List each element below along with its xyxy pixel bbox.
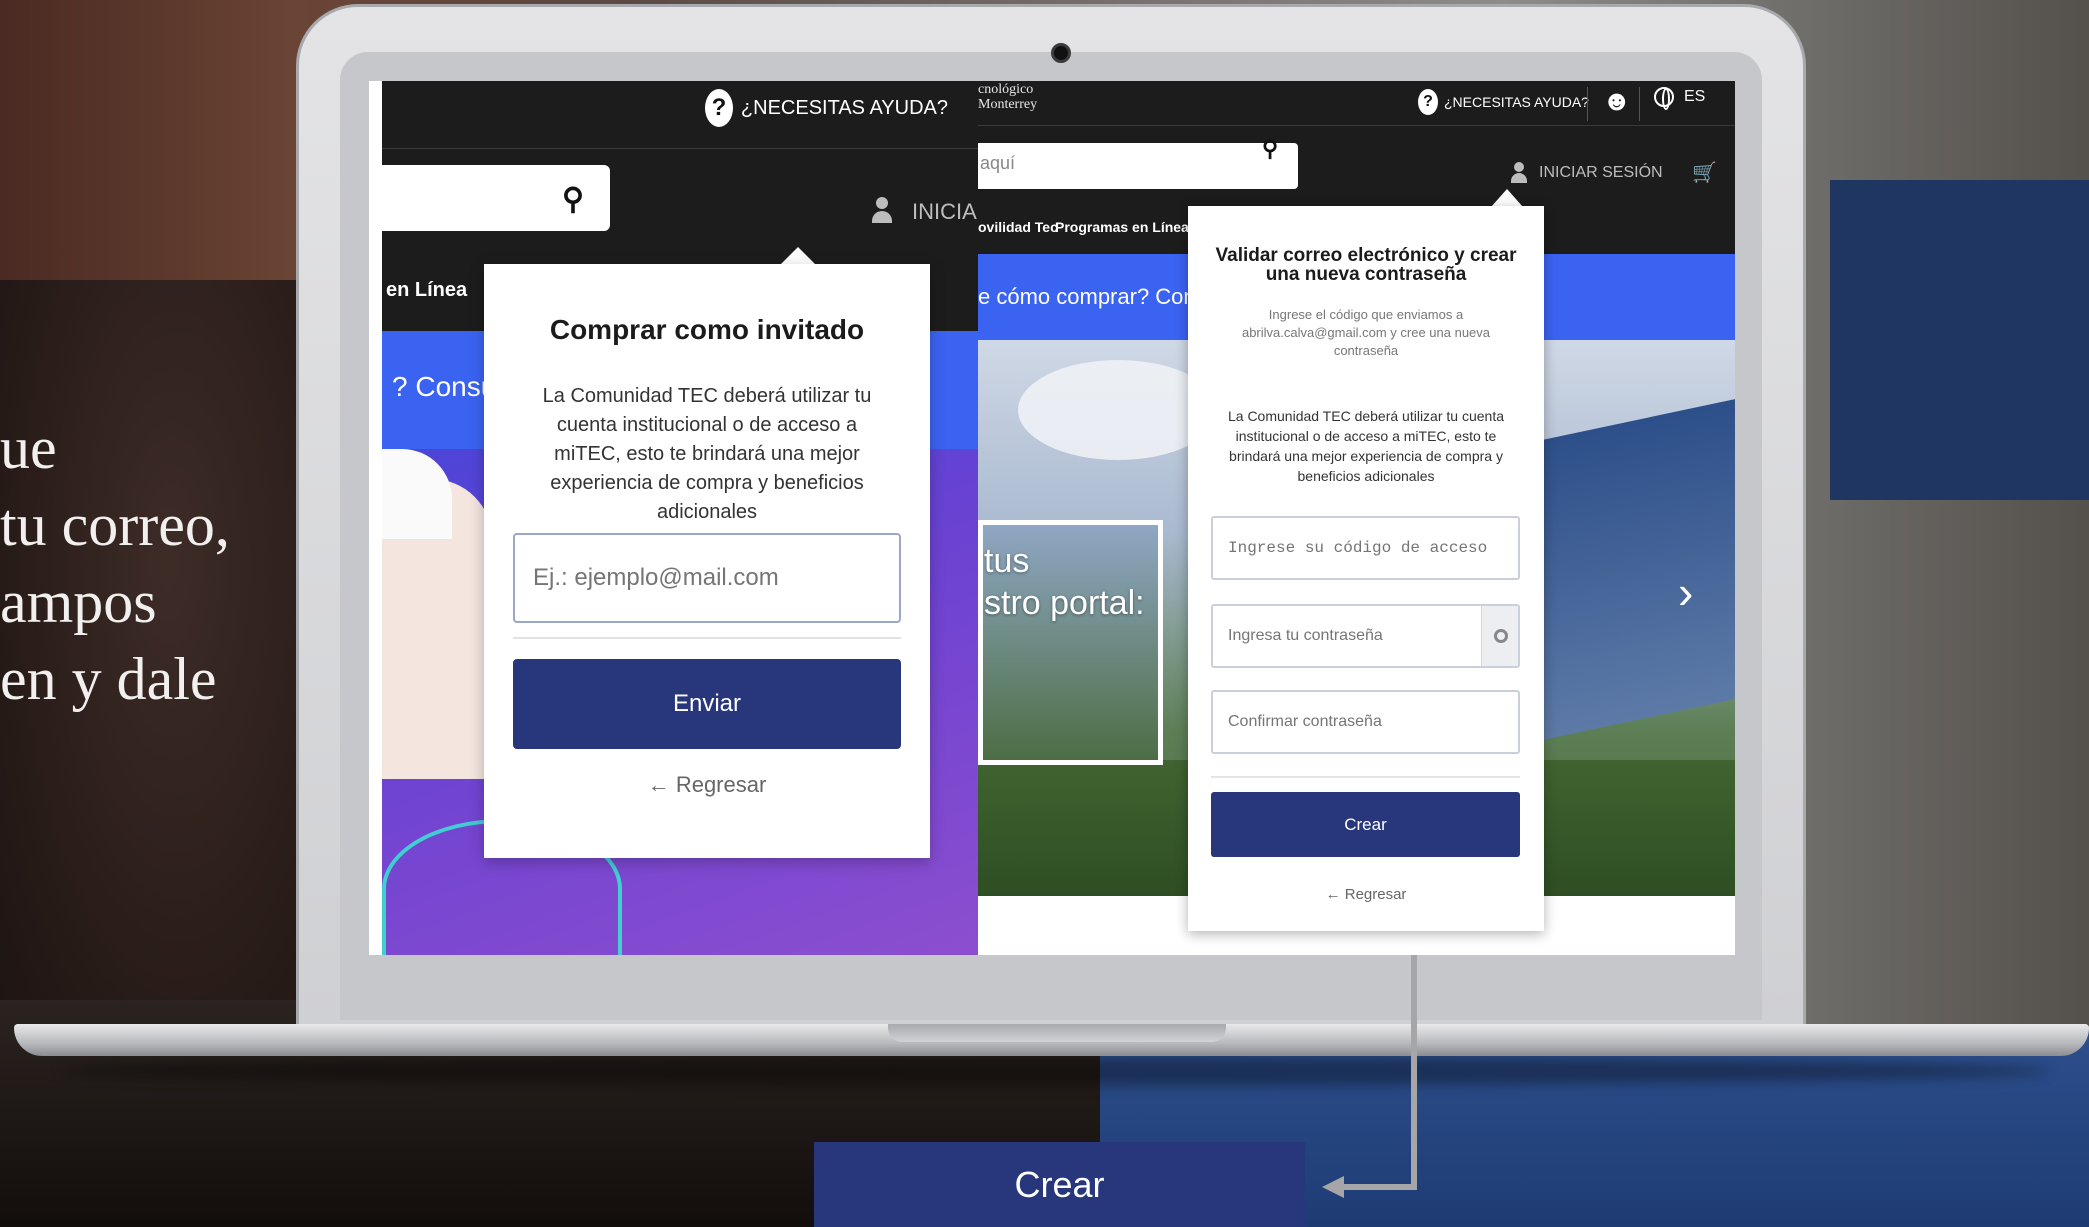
- validate-email-panel: cnológico Monterrey ? ¿NECESITAS AYUDA? …: [978, 81, 1735, 955]
- email-field[interactable]: [513, 533, 901, 623]
- side-caption-line: tu correo,: [0, 492, 230, 558]
- hero-hat: [382, 449, 452, 539]
- language-label: ES: [1684, 88, 1706, 105]
- help-link[interactable]: ? ¿NECESITAS AYUDA?: [704, 89, 948, 127]
- help-icon: ?: [704, 89, 733, 127]
- help-icon: ?: [1418, 89, 1438, 115]
- search-icon[interactable]: ⚲: [562, 182, 584, 217]
- nav-item-movilidad[interactable]: ovilidad Tec: [978, 219, 1058, 235]
- camera-icon: [1051, 43, 1071, 63]
- login-link[interactable]: INICIAR: [872, 197, 978, 227]
- help-link[interactable]: ? ¿NECESITAS AYUDA?: [1418, 89, 1589, 115]
- laptop-shadow: [60, 1056, 2050, 1086]
- divider: [513, 637, 901, 639]
- side-caption-line: ue: [0, 415, 57, 481]
- help-label: ¿NECESITAS AYUDA?: [740, 96, 948, 119]
- create-button[interactable]: Crear: [1211, 792, 1520, 857]
- search-input[interactable]: aquí: [978, 143, 1298, 189]
- chevron-right-icon[interactable]: ›: [1678, 565, 1693, 619]
- side-caption: ue tu correo, ampos en y dale: [0, 410, 230, 718]
- hero-building: [1538, 399, 1735, 741]
- hero-caption-line: tus: [984, 542, 1030, 580]
- hero-caption-line: stro portal:: [984, 584, 1145, 622]
- card-subtitle: Ingrese el código que enviamos a abrilva…: [1241, 307, 1491, 358]
- search-placeholder: aquí: [980, 153, 1016, 173]
- show-password-toggle[interactable]: [1481, 606, 1518, 666]
- cart-icon[interactable]: 🛒: [1692, 160, 1717, 185]
- back-link[interactable]: ← Regresar: [484, 772, 930, 798]
- popover-description: La Comunidad TEC deberá utilizar tu cuen…: [542, 385, 872, 523]
- logo-line: cnológico: [978, 82, 1034, 97]
- hero-caption: tus stro portal:: [984, 540, 1145, 624]
- callout-connector: [1411, 955, 1417, 1190]
- divider: [1211, 776, 1520, 778]
- user-icon: [872, 197, 892, 227]
- eye-icon: [1494, 629, 1508, 643]
- guest-checkout-panel: ? ¿NECESITAS AYUDA? ⚲ INICIAR en Línea ?…: [382, 81, 978, 955]
- separator: [1639, 87, 1640, 121]
- side-caption-line: ampos: [0, 569, 157, 635]
- login-link[interactable]: INICIAR SESIÓN: [1511, 162, 1663, 184]
- top-bar: ? ¿NECESITAS AYUDA?: [382, 81, 978, 149]
- logo-line: Monterrey: [978, 97, 1038, 112]
- brand-logo[interactable]: cnológico Monterrey: [978, 82, 1037, 112]
- help-label: ¿NECESITAS AYUDA?: [1444, 94, 1589, 110]
- laptop-notch: [888, 1024, 1226, 1042]
- laptop-screen: ? ¿NECESITAS AYUDA? ⚲ INICIAR en Línea ?…: [369, 81, 1735, 955]
- user-icon: [1511, 162, 1527, 184]
- popover-arrow: [780, 247, 816, 265]
- search-bar-row: aquí ⚲ INICIAR SESIÓN 🛒: [978, 126, 1735, 202]
- search-icon[interactable]: ⚲: [1262, 136, 1278, 162]
- nav-item-online-programs[interactable]: en Línea: [386, 279, 467, 302]
- search-bar-row: ⚲ INICIAR: [382, 149, 978, 255]
- card-title: Validar correo electrónico y crear una n…: [1215, 245, 1517, 285]
- language-selector[interactable]: ES: [1654, 87, 1706, 110]
- arrow-left-icon: [1322, 1176, 1344, 1198]
- guest-popover: Comprar como invitado La Comunidad TEC d…: [484, 264, 930, 858]
- card-arrow: [1491, 189, 1523, 207]
- accessibility-icon[interactable]: ☻: [1602, 85, 1631, 117]
- back-link[interactable]: ← Regresar: [1188, 886, 1544, 903]
- validate-card: Validar correo electrónico y crear una n…: [1188, 206, 1544, 931]
- side-caption-line: en y dale: [0, 646, 217, 712]
- nav-item-online-programs[interactable]: Programas en Línea: [1055, 219, 1189, 235]
- top-bar: cnológico Monterrey ? ¿NECESITAS AYUDA? …: [978, 81, 1735, 126]
- login-label: INICIAR: [912, 199, 978, 224]
- separator: [1587, 87, 1588, 121]
- popover-title: Comprar como invitado: [549, 314, 865, 345]
- create-button-callout[interactable]: Crear: [814, 1142, 1305, 1227]
- confirm-password-field[interactable]: [1211, 690, 1520, 754]
- globe-icon: [1654, 87, 1674, 110]
- send-button[interactable]: Enviar: [513, 659, 901, 749]
- background-table: [1830, 180, 2089, 500]
- login-label: INICIAR SESIÓN: [1539, 164, 1663, 181]
- password-field[interactable]: [1211, 604, 1520, 668]
- callout-connector: [1338, 1184, 1417, 1190]
- access-code-field[interactable]: [1211, 516, 1520, 580]
- card-description: La Comunidad TEC deberá utilizar tu cuen…: [1227, 408, 1504, 484]
- search-input[interactable]: ⚲: [382, 165, 610, 231]
